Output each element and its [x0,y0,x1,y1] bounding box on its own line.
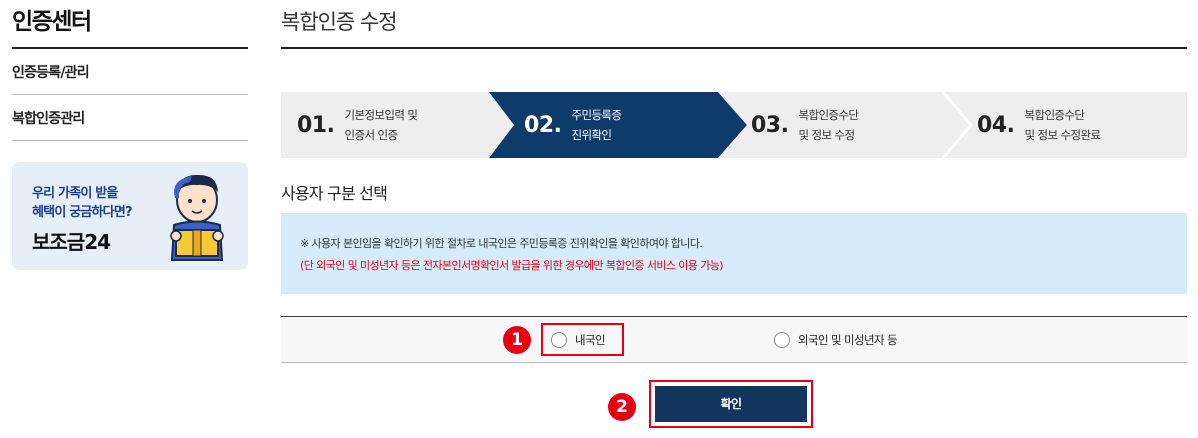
radio-foreigner-minor-label: 외국인 및 미성년자 등 [798,333,898,347]
step-3-shape [718,92,971,158]
radio-foreigner-minor[interactable]: 외국인 및 미성년자 등 [774,317,898,363]
notice-warning-text: (단 외국인 및 미성년자 등은 전자본인서명확인서 발급을 위한 경우에만 복… [300,259,724,272]
step-marker-2: 2 [608,393,636,421]
sidebar-item-complex-cert[interactable]: 복합인증관리 [12,95,248,141]
section-title: 사용자 구분 선택 [281,184,388,203]
banner-text-line2: 혜택이 궁금하다면? [32,205,133,220]
sidebar-item-cert-register[interactable]: 인증등록/관리 [12,49,248,95]
radio-domestic[interactable]: 내국인 [551,317,606,363]
page-title: 복합인증 수정 [281,0,1187,49]
step-4-shape [943,92,1187,158]
main-content: 복합인증 수정 01. 기본정보입력 및 인증서 인증 02. 주민등록증 진위… [281,0,1187,428]
step-1-shape [281,92,514,158]
step-2-shape [489,92,747,158]
character-holding-box-icon [170,174,224,261]
notice-text: ※ 사용자 본인임을 확인하기 위한 절차로 내국인은 주민등록증 진위확인을 … [300,237,703,250]
subsidy-banner[interactable]: 우리 가족이 받을 혜택이 궁금하다면? 보조금24 [12,162,248,270]
confirm-button[interactable]: 확인 [655,386,807,422]
step-marker-1: 1 [503,326,531,354]
radio-foreigner-minor-circle[interactable] [774,332,790,348]
step-progress-background [281,92,1187,158]
radio-domestic-label: 내국인 [575,333,606,347]
banner-brand: 보조금24 [32,230,111,254]
highlight-box-confirm: 확인 [649,380,813,428]
step-progress: 01. 기본정보입력 및 인증서 인증 02. 주민등록증 진위확인 03. 복… [281,92,1187,158]
banner-text-line1: 우리 가족이 받을 [32,186,118,201]
user-type-radio-group: 1 내국인 외국인 및 미성년자 등 [281,316,1187,363]
radio-domestic-circle[interactable] [551,332,567,348]
sidebar: 인증센터 인증등록/관리 복합인증관리 우리 가족이 받을 혜택이 궁금하다면?… [12,0,248,270]
sidebar-title: 인증센터 [12,0,248,49]
notice-box: ※ 사용자 본인임을 확인하기 위한 절차로 내국인은 주민등록증 진위확인을 … [281,213,1187,294]
